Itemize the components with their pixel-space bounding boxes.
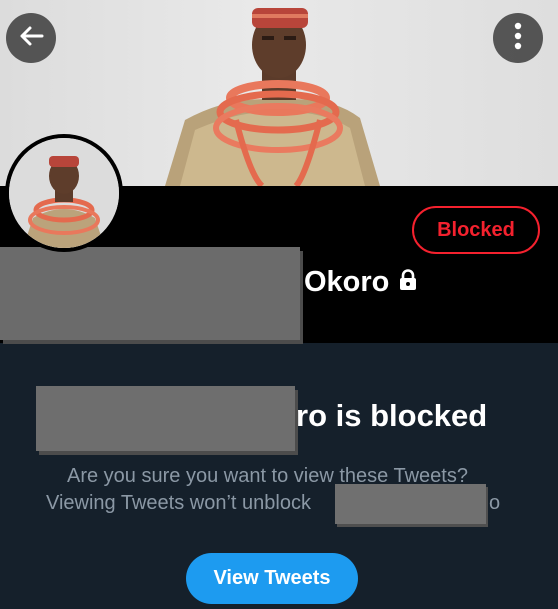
blocked-warning: Viewing Tweets won’t unblock (46, 492, 311, 514)
arrow-left-icon (18, 25, 44, 52)
avatar-photo (9, 138, 119, 248)
redacted-display-name (0, 247, 300, 340)
redacted-warning-name (335, 484, 486, 524)
redacted-heading-name (36, 386, 295, 451)
avatar[interactable] (5, 134, 123, 252)
back-button[interactable] (6, 13, 56, 63)
profile-name: Okoro (304, 266, 417, 299)
lock-icon (399, 266, 417, 299)
vertical-dots-icon (514, 22, 522, 55)
blocked-heading: ro is blocked (296, 398, 488, 433)
profile-name-text: Okoro (304, 266, 390, 298)
blocked-warning-end: o (489, 492, 501, 514)
more-options-button[interactable] (493, 13, 543, 63)
blocked-button[interactable]: Blocked (412, 206, 540, 254)
view-tweets-button[interactable]: View Tweets (186, 553, 358, 604)
